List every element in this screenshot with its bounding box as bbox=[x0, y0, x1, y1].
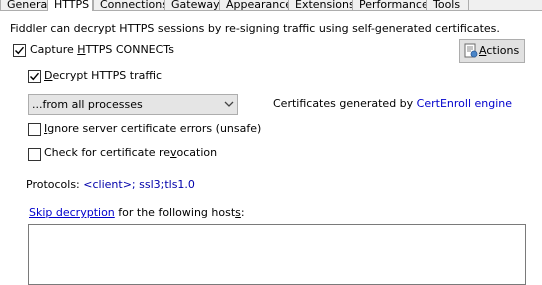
process-filter-value: ...from all processes bbox=[32, 98, 143, 111]
checkmark-icon bbox=[15, 46, 25, 55]
actions-button[interactable]: Actions bbox=[459, 39, 525, 63]
protocols-link[interactable]: <client>; ssl3;tls1.0 bbox=[83, 178, 195, 191]
tab-general[interactable]: General bbox=[0, 0, 50, 11]
skip-decryption-row: Skip decryption for the following hosts: bbox=[29, 206, 245, 219]
check-revocation-checkbox[interactable] bbox=[28, 148, 41, 161]
capture-https-checkbox[interactable] bbox=[13, 44, 26, 57]
protocols-row: Protocols: <client>; ssl3;tls1.0 bbox=[26, 178, 195, 191]
decrypt-https-checkbox[interactable] bbox=[28, 70, 41, 83]
tab-extensions[interactable]: Extensions bbox=[288, 0, 355, 11]
tab-appearance[interactable]: Appearance bbox=[219, 0, 292, 11]
tab-connections[interactable]: Connections bbox=[93, 0, 168, 11]
decrypt-https-label[interactable]: Decrypt HTTPS traffic bbox=[44, 69, 162, 82]
tab-gateway[interactable]: Gateway bbox=[164, 0, 220, 11]
checkmark-icon bbox=[30, 72, 40, 81]
check-revocation-label[interactable]: Check for certificate revocation bbox=[44, 146, 217, 159]
skip-decryption-link[interactable]: Skip decryption bbox=[29, 206, 115, 219]
tab-https-label: HTTPS bbox=[54, 0, 90, 11]
skip-decryption-hosts-input[interactable] bbox=[28, 224, 526, 285]
ignore-cert-errors-checkbox[interactable] bbox=[28, 123, 41, 136]
actions-button-label: Actions bbox=[479, 44, 520, 57]
ignore-cert-errors-label[interactable]: Ignore server certificate errors (unsafe… bbox=[44, 122, 261, 135]
tab-tools[interactable]: Tools bbox=[426, 0, 469, 11]
tab-https[interactable]: HTTPS bbox=[47, 0, 93, 11]
certenroll-engine-link[interactable]: CertEnroll engine bbox=[417, 97, 512, 110]
tab-performance[interactable]: Performance bbox=[352, 0, 429, 11]
capture-https-label[interactable]: Capture HTTPS CONNECTs bbox=[30, 43, 174, 56]
protocols-label: Protocols: bbox=[26, 178, 84, 191]
certificate-icon bbox=[464, 43, 478, 58]
process-filter-dropdown[interactable]: ...from all processes bbox=[28, 94, 238, 115]
certificate-engine-info: Certificates generated by CertEnroll eng… bbox=[273, 97, 513, 110]
https-description: Fiddler can decrypt HTTPS sessions by re… bbox=[10, 22, 500, 35]
chevron-down-icon bbox=[224, 101, 234, 107]
